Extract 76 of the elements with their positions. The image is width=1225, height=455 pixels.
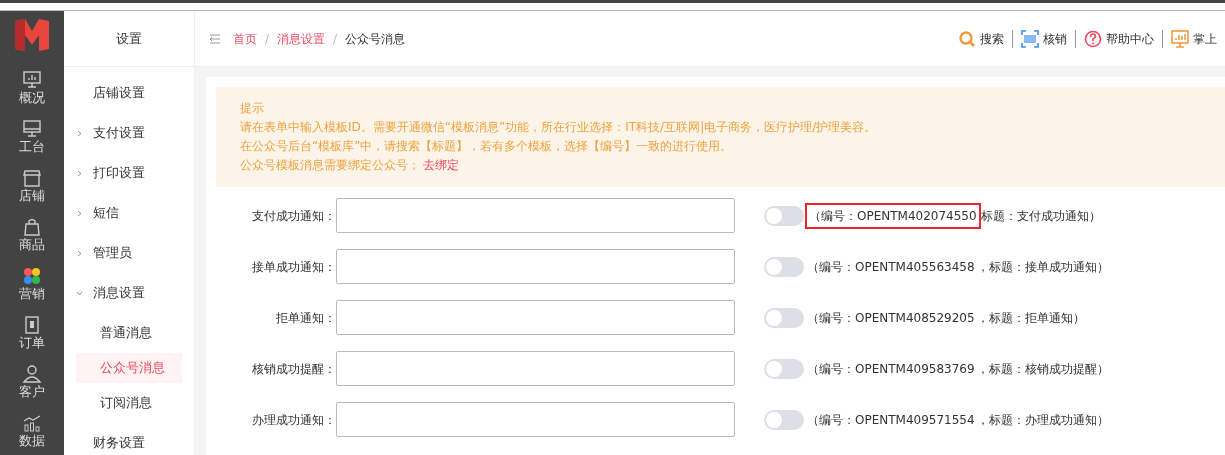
chevron-right-icon <box>76 130 83 137</box>
template-title: ，标题：办理成功通知） <box>976 411 1109 429</box>
bag-icon <box>22 217 42 237</box>
store-icon <box>22 168 42 188</box>
toggle-switch[interactable] <box>764 409 804 430</box>
input-field[interactable] <box>336 249 735 284</box>
collapse-icon[interactable] <box>209 33 221 44</box>
sidebar-subitem[interactable]: 订阅消息 <box>76 388 182 418</box>
presentation-icon[interactable] <box>1171 29 1189 48</box>
sidebar-item[interactable]: 财务设置 <box>64 423 194 455</box>
template-code: （编号：OPENTM405563458 <box>806 258 976 276</box>
rail-item[interactable]: 数据 <box>19 433 45 448</box>
sidebar-item[interactable]: 管理员 <box>64 233 194 273</box>
input-field[interactable] <box>336 300 735 335</box>
template-title: ，标题：拒单通知） <box>976 309 1085 327</box>
person-icon <box>22 364 42 384</box>
template-code: （编号：OPENTM409583769 <box>806 360 976 378</box>
monitor-icon <box>22 119 42 139</box>
notice-text: 公众号模板消息需要绑定公众号； <box>240 158 420 172</box>
toggle-switch[interactable] <box>764 307 804 328</box>
sidebar-item[interactable]: 店铺设置 <box>64 73 194 113</box>
input-field[interactable] <box>336 198 735 233</box>
rail-item[interactable]: 客户 <box>19 384 45 399</box>
sidebar-item[interactable]: 支付设置 <box>64 113 194 153</box>
rail-item[interactable]: 营销 <box>19 286 45 301</box>
notice-text: 请在表单中输入模板ID。需要开通微信“模板消息”功能，所在行业选择：IT科技/互联网|电子商务，医疗护理/护理美容。 <box>240 119 878 136</box>
breadcrumb-link[interactable]: 首页 <box>233 29 257 48</box>
toggle-switch[interactable] <box>764 205 804 226</box>
rail-item[interactable]: 订单 <box>19 335 45 350</box>
field-label: 核销成功提醒： <box>251 360 336 378</box>
template-title: ，标题：核销成功提醒） <box>976 360 1109 378</box>
breadcrumb-current: 公众号消息 <box>345 30 406 48</box>
help-icon[interactable] <box>1084 29 1102 48</box>
template-title: 标题：支付成功通知） <box>980 207 1101 225</box>
logo-icon <box>15 19 49 51</box>
sidebar-title: 设置 <box>64 11 194 67</box>
chevron-right-icon <box>76 210 83 217</box>
field-label: 接单成功通知： <box>251 258 336 276</box>
notice-text: 在公众号后台“模板库”中，请搜索【标题】，若有多个模板，选择【编号】一致的进行使用。 <box>240 138 734 155</box>
template-code: （编号：OPENTM402074550 <box>805 202 981 229</box>
input-field[interactable] <box>336 351 735 386</box>
template-code: （编号：OPENTM408529205 <box>806 309 976 327</box>
bar-chart-icon <box>22 413 42 433</box>
toggle-switch[interactable] <box>764 256 804 277</box>
sidebar-subitem[interactable]: 公众号消息 <box>76 353 182 383</box>
chevron-right-icon <box>76 170 83 177</box>
template-title: ，标题：接单成功通知） <box>976 258 1109 276</box>
sidebar-item[interactable]: 打印设置 <box>64 153 194 193</box>
toolbar-link[interactable]: 核销 <box>1043 31 1067 46</box>
sidebar-subitem[interactable]: 普通消息 <box>76 318 182 348</box>
search-icon[interactable] <box>958 29 976 48</box>
toolbar-link[interactable]: 帮助中心 <box>1106 31 1154 46</box>
chevron-right-icon <box>76 250 83 257</box>
monitor-chart-icon <box>22 70 42 90</box>
field-label: 办理成功通知： <box>251 411 336 429</box>
toolbar-link[interactable]: 搜索 <box>980 31 1004 46</box>
breadcrumb-separator: / <box>265 30 270 48</box>
toggle-switch[interactable] <box>764 358 804 379</box>
flower-icon <box>22 266 42 286</box>
chevron-down-icon <box>76 290 83 297</box>
input-field[interactable] <box>336 402 735 437</box>
template-code: （编号：OPENTM409571554 <box>806 411 976 429</box>
breadcrumb-link[interactable]: 消息设置 <box>277 29 326 48</box>
rail-item[interactable]: 工台 <box>19 139 45 154</box>
notice-title: 提示 <box>240 100 265 117</box>
rail-item[interactable]: 概况 <box>19 90 45 105</box>
toolbar-link[interactable]: 掌上 <box>1193 31 1217 46</box>
rail-item[interactable]: 店铺 <box>19 188 45 203</box>
rail-item[interactable]: 商品 <box>19 237 45 252</box>
scan-icon[interactable] <box>1021 29 1039 48</box>
sidebar-item[interactable]: 消息设置 <box>64 273 194 313</box>
sidebar-item[interactable]: 短信 <box>64 193 194 233</box>
clipboard-icon <box>22 315 42 335</box>
field-label: 支付成功通知： <box>251 207 336 225</box>
field-label: 拒单通知： <box>275 309 336 327</box>
breadcrumb-separator: / <box>333 30 338 48</box>
